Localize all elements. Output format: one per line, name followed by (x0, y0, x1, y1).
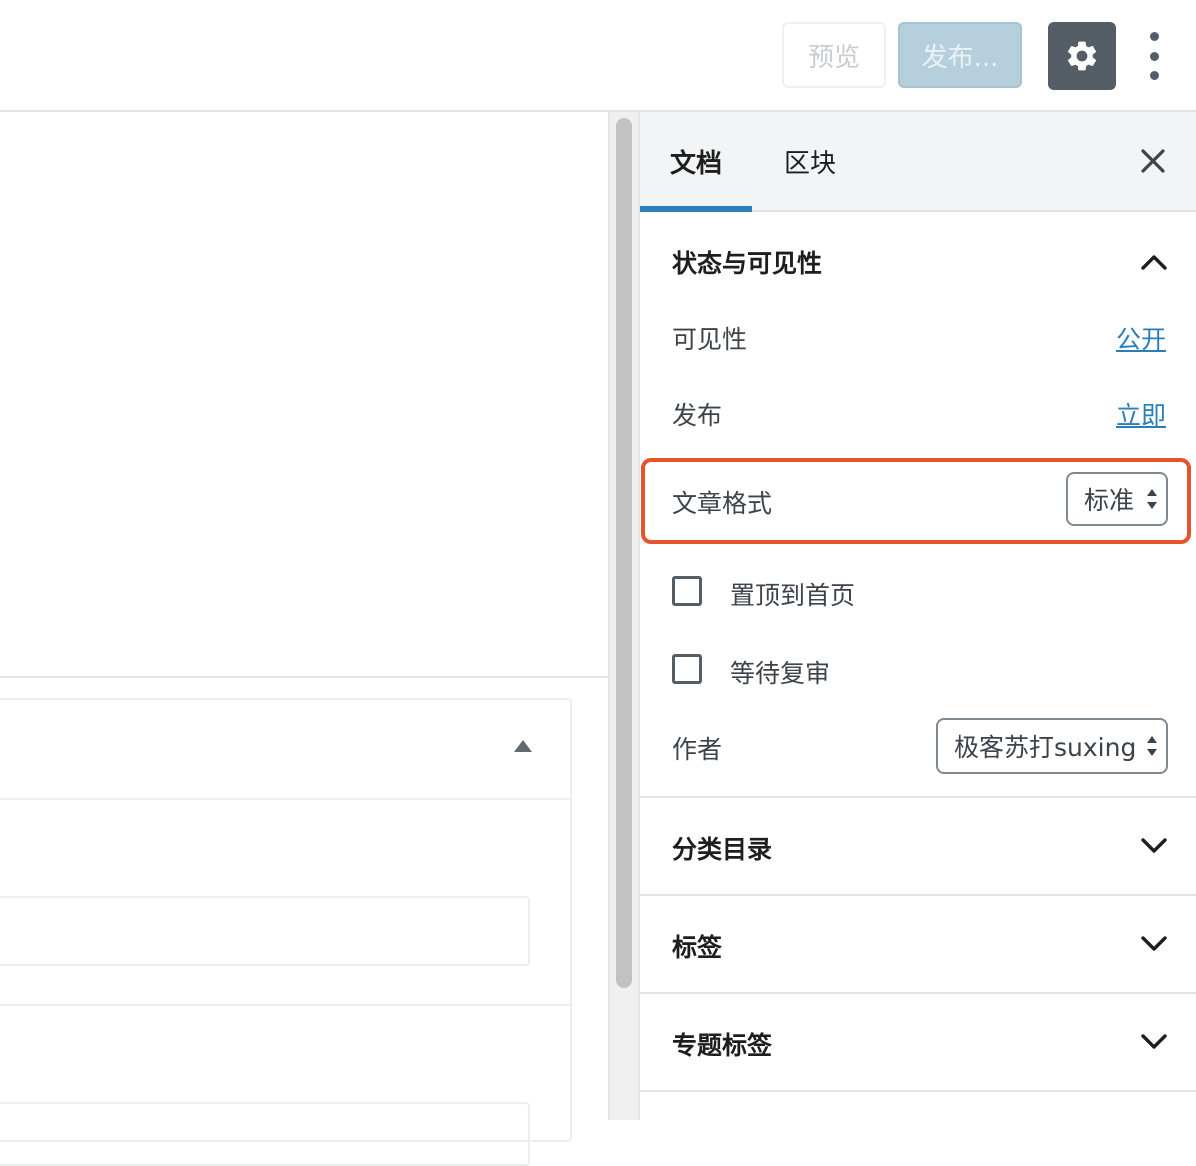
tab-block[interactable]: 区块 (768, 112, 852, 210)
section-divider (640, 894, 1196, 896)
collapse-caret-icon[interactable] (514, 740, 532, 752)
sticky-checkbox[interactable] (672, 576, 702, 606)
pending-review-label[interactable]: 等待复审 (730, 654, 830, 690)
settings-button[interactable] (1048, 22, 1116, 90)
ellipsis-dot (1149, 71, 1159, 80)
sticky-label[interactable]: 置顶到首页 (730, 576, 855, 612)
section-divider (640, 1090, 1196, 1092)
post-format-value: 标准 (1084, 486, 1135, 515)
section-title-categories[interactable]: 分类目录 (672, 830, 772, 866)
post-format-select[interactable]: 标准 (1066, 472, 1168, 526)
scrollbar-thumb[interactable] (616, 118, 632, 988)
meta-field-input[interactable] (0, 1102, 530, 1166)
chevron-down-icon[interactable] (1140, 934, 1168, 954)
publish-date-link[interactable]: 立即 (1116, 396, 1166, 432)
meta-box-divider (0, 676, 608, 678)
author-label: 作者 (672, 735, 723, 764)
chevron-up-icon[interactable] (1140, 252, 1168, 272)
tab-document[interactable]: 文档 (640, 112, 752, 212)
section-title-tags[interactable]: 标签 (672, 928, 722, 964)
chevron-down-icon[interactable] (1140, 1032, 1168, 1052)
author-value: 极客苏打suxing (954, 733, 1137, 762)
sidebar-tabs: 文档 区块 (640, 112, 1196, 212)
section-title-topic-tags[interactable]: 专题标签 (672, 1026, 772, 1062)
more-options-button[interactable] (1136, 32, 1172, 80)
top-toolbar: 预览 发布... (0, 0, 1196, 112)
vertical-ellipsis-icon (1149, 32, 1159, 41)
select-arrows-icon (1147, 736, 1157, 756)
section-divider (640, 796, 1196, 798)
close-icon[interactable] (1138, 146, 1168, 176)
preview-button[interactable]: 预览 (782, 22, 886, 88)
visibility-link[interactable]: 公开 (1116, 320, 1166, 356)
meta-field-input[interactable] (0, 896, 530, 966)
gear-icon (1067, 41, 1097, 71)
post-format-label: 文章格式 (672, 489, 773, 518)
publish-button[interactable]: 发布... (898, 22, 1022, 88)
chevron-down-icon[interactable] (1140, 836, 1168, 856)
settings-sidebar: 文档 区块 状态与可见性 可见性 公开 发布 立即 文章格式 标准 置顶到首页 … (638, 112, 1196, 1120)
author-select[interactable]: 极客苏打suxing (936, 718, 1168, 774)
ellipsis-dot (1149, 51, 1159, 61)
select-arrows-icon (1147, 489, 1157, 509)
pending-review-checkbox[interactable] (672, 654, 702, 684)
section-divider (640, 992, 1196, 994)
meta-box-row-divider (0, 1004, 570, 1006)
section-title-status[interactable]: 状态与可见性 (672, 244, 822, 280)
publish-label: 发布 (672, 401, 723, 430)
meta-box-header-divider (0, 798, 570, 800)
visibility-label: 可见性 (672, 325, 748, 354)
